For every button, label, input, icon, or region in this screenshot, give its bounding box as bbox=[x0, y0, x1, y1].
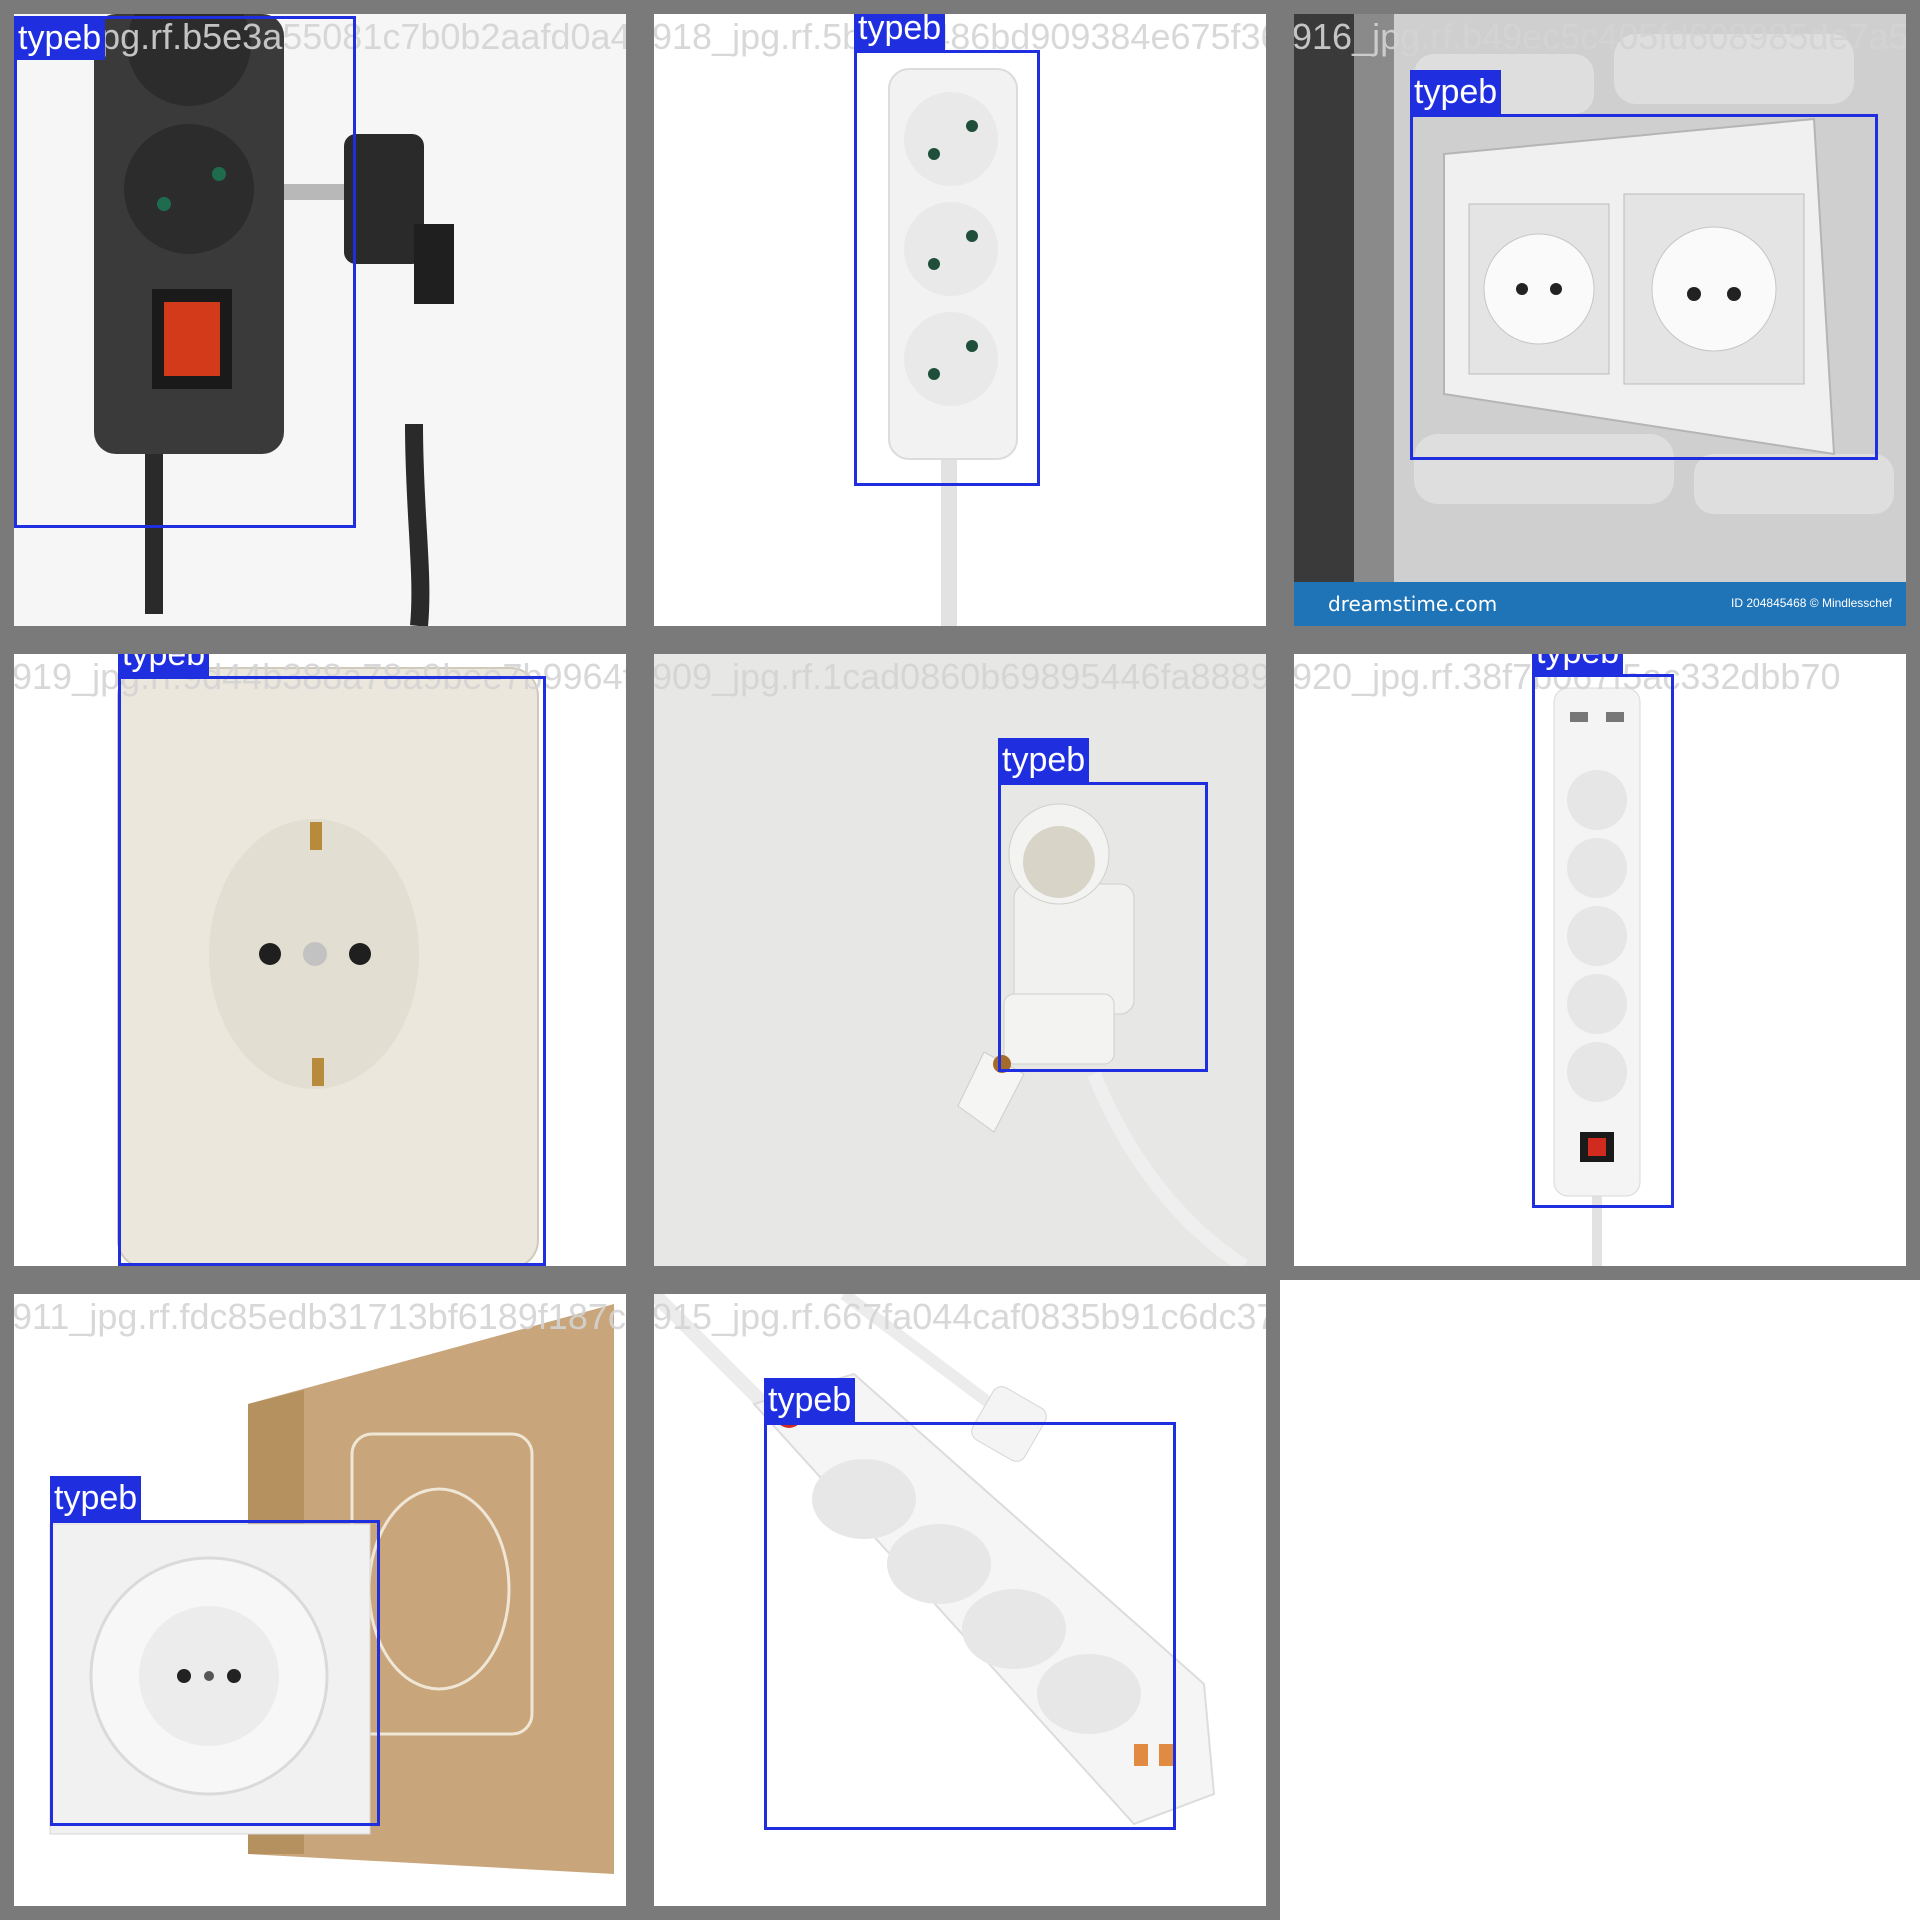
image-mosaic: 934_jpg.rf.b5e3a55081c7b0b2aafd0a4a3ed5b… bbox=[0, 0, 1920, 1920]
bbox-class-label: typeb bbox=[764, 1378, 856, 1422]
bounding-box bbox=[14, 16, 356, 528]
tile-8: 915_jpg.rf.667fa044caf0835b91c6dc378c7bb… bbox=[654, 1294, 1266, 1906]
tile-1: 934_jpg.rf.b5e3a55081c7b0b2aafd0a4a3ed5b… bbox=[14, 14, 626, 626]
bounding-box bbox=[118, 676, 546, 1266]
bounding-box bbox=[854, 50, 1040, 486]
bbox-class-label: typeb bbox=[14, 16, 106, 60]
bbox-class-label: typeb bbox=[118, 654, 210, 676]
bbox-class-label: typeb bbox=[50, 1476, 142, 1520]
watermark-site: dreamstime.com bbox=[1328, 592, 1498, 616]
bounding-box bbox=[50, 1520, 380, 1826]
bbox-class-label: typeb bbox=[1410, 70, 1502, 114]
bbox-class-label: typeb bbox=[998, 738, 1090, 782]
tile-3: 916_jpg.rf.b49ec5c405fd608985de7a5 dream… bbox=[1294, 14, 1906, 626]
bounding-box bbox=[1532, 674, 1674, 1208]
bounding-box bbox=[1410, 114, 1878, 460]
bbox-class-label: typeb bbox=[854, 14, 946, 50]
watermark-id: ID 204845468 © Mindlesschef bbox=[1731, 596, 1892, 610]
tile-2: 918_jpg.rf.5bf6c4486bd909384e675f36f027 … bbox=[654, 14, 1266, 626]
bbox-class-label: typeb bbox=[1532, 654, 1624, 674]
tile-7: 911_jpg.rf.fdc85edb31713bf6189f187c type… bbox=[14, 1294, 626, 1906]
tile-5: 909_jpg.rf.1cad0860b69895446fa88893b44 t… bbox=[654, 654, 1266, 1266]
tile-6: 920_jpg.rf.38f7b067f5ac332dbb70 typeb bbox=[1294, 654, 1906, 1266]
bounding-box bbox=[764, 1422, 1176, 1830]
tile-4: 919_jpg.rf.9d44b388a78a9bee7b9964f4 type… bbox=[14, 654, 626, 1266]
bounding-box bbox=[998, 782, 1208, 1072]
